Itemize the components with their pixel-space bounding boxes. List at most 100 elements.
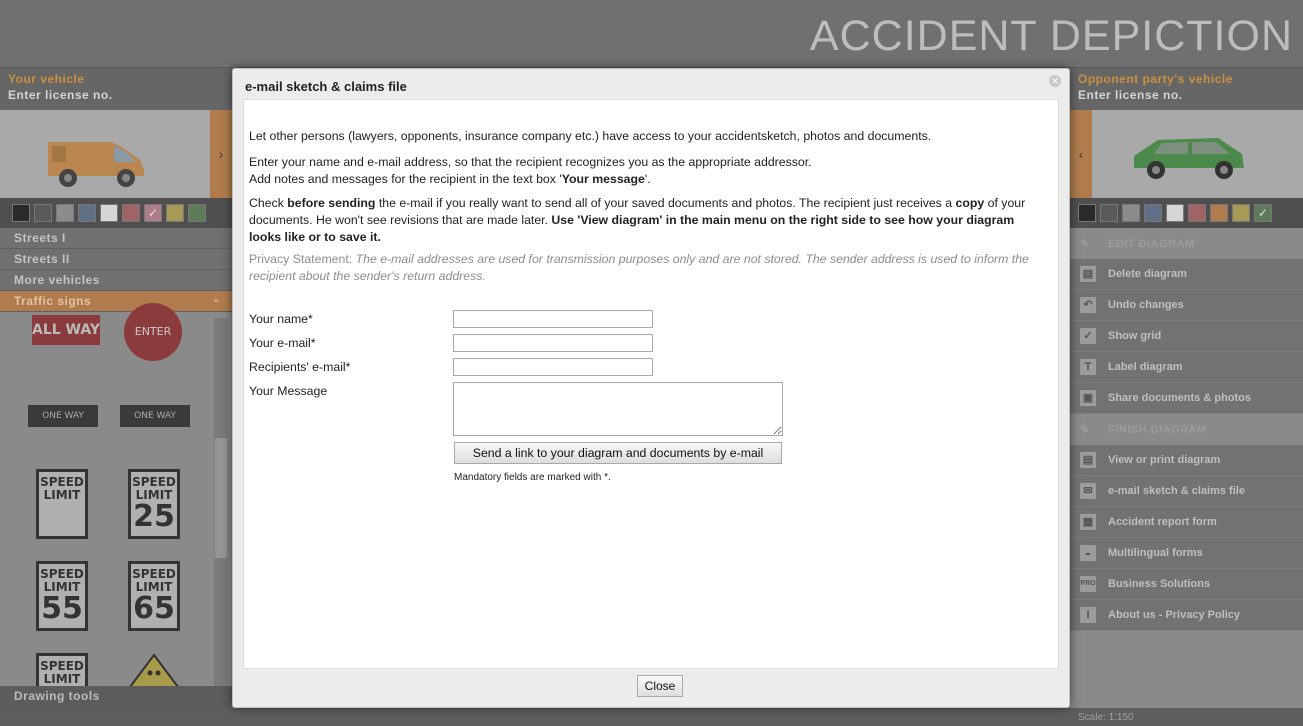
color-swatch[interactable] bbox=[188, 204, 206, 222]
left-panel: Your vehicle Enter license no. › ✓ Stree… bbox=[0, 68, 232, 708]
about-privacy-button[interactable]: I About us - Privacy Policy bbox=[1070, 600, 1303, 631]
color-swatch[interactable] bbox=[1210, 204, 1228, 222]
scrollbar-thumb[interactable] bbox=[215, 438, 227, 558]
check-text: the e-mail if you really want to send al… bbox=[375, 196, 956, 210]
sign-palette-scrollbar[interactable] bbox=[214, 318, 228, 686]
show-grid-toggle[interactable]: ✓ Show grid bbox=[1070, 321, 1303, 352]
menu-label: Business Solutions bbox=[1108, 578, 1211, 590]
menu-label: About us - Privacy Policy bbox=[1108, 609, 1241, 621]
business-solutions-button[interactable]: PRO Business Solutions bbox=[1070, 569, 1303, 600]
message-hint: Add notes and messages for the recipient… bbox=[249, 171, 1049, 188]
edit-diagram-section: ✎ EDIT DIAGRAM bbox=[1070, 228, 1303, 259]
recipients-email-field[interactable] bbox=[453, 358, 653, 376]
message-textarea[interactable] bbox=[453, 382, 783, 436]
color-swatch[interactable] bbox=[1232, 204, 1250, 222]
dialog-body: Let other persons (lawyers, opponents, i… bbox=[243, 99, 1059, 669]
menu-label: Delete diagram bbox=[1108, 268, 1187, 280]
menu-streets-2[interactable]: Streets II bbox=[0, 249, 232, 270]
van-icon bbox=[48, 142, 144, 187]
instruction-line: Enter your name and e-mail address, so t… bbox=[249, 155, 812, 169]
pencil-icon: ✎ bbox=[1080, 424, 1090, 436]
opponent-vehicle-label: Opponent party's vehicle bbox=[1078, 72, 1233, 86]
color-swatch-selected[interactable]: ✓ bbox=[144, 204, 162, 222]
color-swatch[interactable] bbox=[1188, 204, 1206, 222]
multilingual-forms-button[interactable]: ◒ Multilingual forms bbox=[1070, 538, 1303, 569]
status-bar: Scale: 1:150 bbox=[0, 708, 1303, 726]
privacy-statement: Privacy Statement: The e-mail addresses … bbox=[249, 251, 1049, 285]
enter-sign[interactable]: ENTER bbox=[124, 303, 182, 361]
color-swatch-selected[interactable]: ✓ bbox=[1254, 204, 1272, 222]
menu-more-vehicles[interactable]: More vehicles bbox=[0, 270, 232, 291]
menu-traffic-signs[interactable]: Traffic signs ⌄ bbox=[0, 291, 232, 312]
drawing-tools-menu[interactable]: Drawing tools bbox=[0, 686, 232, 708]
hint-text: Add notes and messages for the recipient… bbox=[249, 172, 562, 186]
undo-changes-button[interactable]: ↶ Undo changes bbox=[1070, 290, 1303, 321]
speed-limit-sign-partial[interactable]: SPEED LIMIT bbox=[36, 653, 88, 687]
color-swatch[interactable] bbox=[1166, 204, 1184, 222]
own-vehicle-header: Your vehicle Enter license no. bbox=[0, 68, 232, 110]
own-vehicle-next-button[interactable]: › bbox=[210, 110, 232, 198]
menu-label: Show grid bbox=[1108, 330, 1162, 342]
accident-report-form-button[interactable]: ▦ Accident report form bbox=[1070, 507, 1303, 538]
one-way-right-sign[interactable]: ONE WAY bbox=[120, 405, 190, 427]
pencil-icon: ✎ bbox=[1080, 238, 1090, 250]
check-warning: Check before sending the e-mail if you r… bbox=[249, 195, 1049, 246]
dialog-content: Let other persons (lawyers, opponents, i… bbox=[249, 128, 1049, 285]
view-print-diagram-button[interactable]: ▤ View or print diagram bbox=[1070, 445, 1303, 476]
close-button[interactable]: Close bbox=[637, 675, 683, 697]
name-label: Your name* bbox=[249, 312, 313, 326]
own-vehicle-preview[interactable]: › bbox=[0, 110, 232, 198]
send-link-button[interactable]: Send a link to your diagram and document… bbox=[454, 442, 782, 464]
pro-icon: PRO bbox=[1080, 576, 1096, 592]
color-swatch[interactable] bbox=[78, 204, 96, 222]
close-icon[interactable]: ✕ bbox=[1049, 75, 1061, 87]
color-swatch[interactable] bbox=[1078, 204, 1096, 222]
privacy-text: The e-mail addresses are used for transm… bbox=[249, 252, 1029, 283]
message-label: Your Message bbox=[249, 384, 328, 398]
color-swatch[interactable] bbox=[12, 204, 30, 222]
mail-icon: ✉ bbox=[1080, 483, 1096, 499]
check-text: Check bbox=[249, 196, 288, 210]
color-swatch[interactable] bbox=[1122, 204, 1140, 222]
opponent-vehicle-preview[interactable]: ‹ bbox=[1070, 110, 1303, 198]
speed-limit-25-sign[interactable]: SPEED LIMIT 25 bbox=[128, 469, 180, 539]
label-diagram-button[interactable]: T Label diagram bbox=[1070, 352, 1303, 383]
color-swatch[interactable] bbox=[166, 204, 184, 222]
menu-label: e-mail sketch & claims file bbox=[1108, 485, 1245, 497]
color-swatch[interactable] bbox=[1100, 204, 1118, 222]
own-license-field[interactable]: Enter license no. bbox=[8, 88, 224, 102]
pedestrian-crossing-icon[interactable] bbox=[128, 653, 180, 687]
opponent-license-field[interactable]: Enter license no. bbox=[1078, 88, 1295, 102]
mandatory-note: Mandatory fields are marked with *. bbox=[454, 472, 611, 483]
all-way-sign[interactable]: ALL WAY bbox=[32, 315, 100, 345]
finish-diagram-section: ✎ FINISH DIAGRAM bbox=[1070, 414, 1303, 445]
opponent-vehicle-prev-button[interactable]: ‹ bbox=[1070, 110, 1092, 198]
menu-label: View or print diagram bbox=[1108, 454, 1221, 466]
copy-bold: copy bbox=[955, 196, 985, 210]
grid-check-icon: ✓ bbox=[1080, 328, 1096, 344]
menu-label: Undo changes bbox=[1108, 299, 1184, 311]
privacy-label: Privacy Statement: bbox=[249, 252, 356, 266]
text-icon: T bbox=[1080, 359, 1096, 375]
menu-streets-1[interactable]: Streets I bbox=[0, 228, 232, 249]
opponent-vehicle-header: Opponent party's vehicle Enter license n… bbox=[1070, 68, 1303, 110]
color-swatch[interactable] bbox=[1144, 204, 1162, 222]
speed-limit-sign[interactable]: SPEED LIMIT bbox=[36, 469, 88, 539]
right-panel: Opponent party's vehicle Enter license n… bbox=[1070, 68, 1303, 708]
limit-text: LIMIT bbox=[43, 672, 81, 686]
one-way-left-sign[interactable]: ONE WAY bbox=[28, 405, 98, 427]
color-swatch[interactable] bbox=[100, 204, 118, 222]
check-bold: before sending bbox=[287, 196, 376, 210]
delete-diagram-button[interactable]: ▤ Delete diagram bbox=[1070, 259, 1303, 290]
speed-limit-55-sign[interactable]: SPEED LIMIT 55 bbox=[36, 561, 88, 631]
name-field[interactable] bbox=[453, 310, 653, 328]
email-field[interactable] bbox=[453, 334, 653, 352]
menu-label: Multilingual forms bbox=[1108, 547, 1203, 559]
color-swatch[interactable] bbox=[34, 204, 52, 222]
color-swatch[interactable] bbox=[56, 204, 74, 222]
speed-limit-65-sign[interactable]: SPEED LIMIT 65 bbox=[128, 561, 180, 631]
email-sketch-button[interactable]: ✉ e-mail sketch & claims file bbox=[1070, 476, 1303, 507]
color-swatch[interactable] bbox=[122, 204, 140, 222]
share-documents-button[interactable]: ▣ Share documents & photos bbox=[1070, 383, 1303, 414]
own-color-swatches: ✓ bbox=[0, 198, 232, 228]
